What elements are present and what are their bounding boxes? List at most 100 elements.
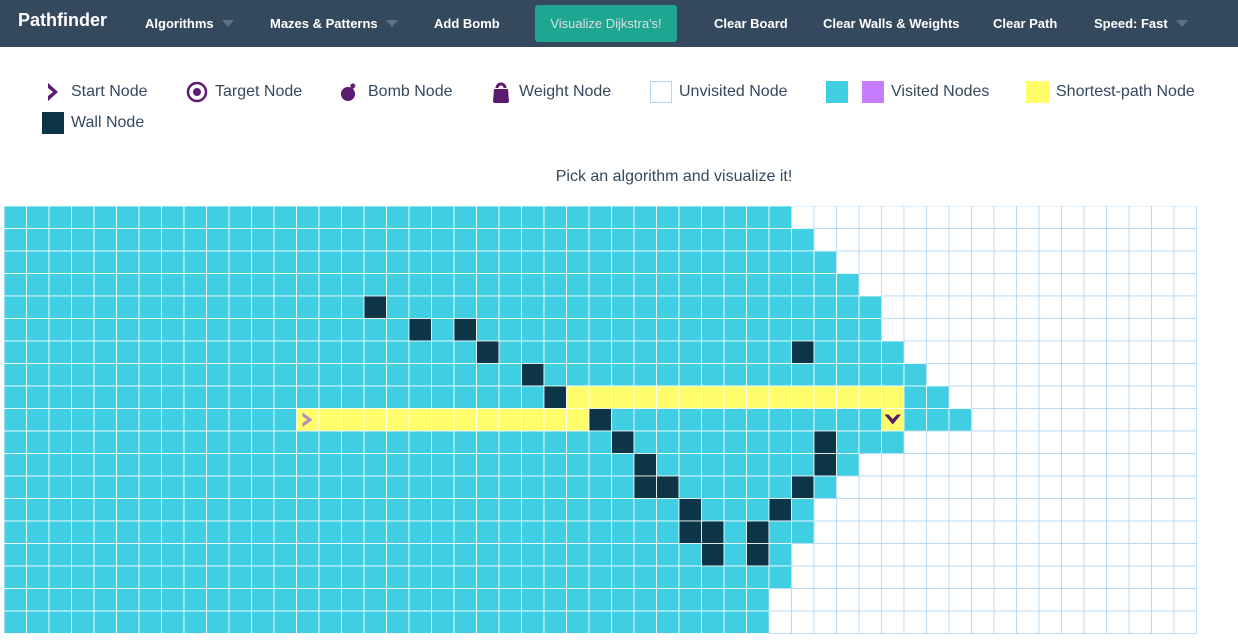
- visited-node[interactable]: [363, 520, 387, 544]
- visited-node[interactable]: [768, 206, 792, 229]
- unvisited-node[interactable]: [1106, 295, 1130, 319]
- visited-node[interactable]: [116, 430, 140, 454]
- visited-node[interactable]: [48, 385, 72, 409]
- unvisited-node[interactable]: [1061, 228, 1085, 252]
- visited-node[interactable]: [363, 250, 387, 274]
- visited-node[interactable]: [633, 408, 657, 432]
- visited-node[interactable]: [228, 475, 252, 499]
- visited-node[interactable]: [206, 228, 230, 252]
- visited-node[interactable]: [183, 340, 207, 364]
- visited-node[interactable]: [768, 295, 792, 319]
- visited-node[interactable]: [318, 453, 342, 477]
- unvisited-node[interactable]: [881, 250, 905, 274]
- wall-node[interactable]: [588, 408, 612, 432]
- visited-node[interactable]: [228, 385, 252, 409]
- visited-node[interactable]: [138, 610, 162, 634]
- visited-node[interactable]: [746, 363, 770, 387]
- visited-node[interactable]: [408, 610, 432, 634]
- visited-node[interactable]: [791, 498, 815, 522]
- visited-node[interactable]: [228, 588, 252, 612]
- visited-node[interactable]: [273, 543, 297, 567]
- shortest-path-node[interactable]: [453, 408, 477, 432]
- visited-node[interactable]: [341, 206, 365, 229]
- visited-node[interactable]: [723, 475, 747, 499]
- visited-node[interactable]: [903, 363, 927, 387]
- unvisited-node[interactable]: [1151, 408, 1175, 432]
- visited-node[interactable]: [161, 295, 185, 319]
- visited-node[interactable]: [93, 273, 117, 297]
- visited-node[interactable]: [138, 520, 162, 544]
- visited-node[interactable]: [228, 610, 252, 634]
- visited-node[interactable]: [251, 385, 275, 409]
- visited-node[interactable]: [723, 520, 747, 544]
- visited-node[interactable]: [431, 453, 455, 477]
- unvisited-node[interactable]: [1083, 385, 1107, 409]
- visited-node[interactable]: [611, 610, 635, 634]
- visited-node[interactable]: [183, 363, 207, 387]
- visited-node[interactable]: [453, 206, 477, 229]
- visited-node[interactable]: [543, 543, 567, 567]
- shortest-path-node[interactable]: [341, 408, 365, 432]
- visited-node[interactable]: [723, 340, 747, 364]
- unvisited-node[interactable]: [1151, 475, 1175, 499]
- unvisited-node[interactable]: [1083, 250, 1107, 274]
- visited-node[interactable]: [588, 250, 612, 274]
- unvisited-node[interactable]: [813, 610, 837, 634]
- visited-node[interactable]: [138, 250, 162, 274]
- unvisited-node[interactable]: [1128, 340, 1152, 364]
- visited-node[interactable]: [228, 363, 252, 387]
- visited-node[interactable]: [4, 206, 27, 229]
- visited-node[interactable]: [138, 565, 162, 589]
- visited-node[interactable]: [386, 498, 410, 522]
- wall-node[interactable]: [813, 430, 837, 454]
- shortest-path-node[interactable]: [566, 408, 590, 432]
- unvisited-node[interactable]: [881, 498, 905, 522]
- unvisited-node[interactable]: [1083, 430, 1107, 454]
- visited-node[interactable]: [183, 453, 207, 477]
- visited-node[interactable]: [363, 498, 387, 522]
- shortest-path-node[interactable]: [858, 385, 882, 409]
- unvisited-node[interactable]: [1128, 565, 1152, 589]
- unvisited-node[interactable]: [948, 340, 972, 364]
- visited-node[interactable]: [26, 453, 50, 477]
- visited-node[interactable]: [588, 430, 612, 454]
- unvisited-node[interactable]: [1083, 543, 1107, 567]
- visited-node[interactable]: [386, 273, 410, 297]
- visited-node[interactable]: [386, 250, 410, 274]
- visited-node[interactable]: [296, 385, 320, 409]
- visited-node[interactable]: [318, 588, 342, 612]
- unvisited-node[interactable]: [1106, 498, 1130, 522]
- visited-node[interactable]: [206, 588, 230, 612]
- unvisited-node[interactable]: [881, 318, 905, 342]
- visited-node[interactable]: [476, 520, 500, 544]
- visited-node[interactable]: [4, 610, 27, 634]
- visited-node[interactable]: [161, 498, 185, 522]
- visited-node[interactable]: [48, 408, 72, 432]
- unvisited-node[interactable]: [903, 588, 927, 612]
- shortest-path-node[interactable]: [566, 385, 590, 409]
- visited-node[interactable]: [633, 588, 657, 612]
- visited-node[interactable]: [678, 318, 702, 342]
- unvisited-node[interactable]: [1128, 228, 1152, 252]
- unvisited-node[interactable]: [1038, 385, 1062, 409]
- unvisited-node[interactable]: [948, 475, 972, 499]
- visited-node[interactable]: [386, 228, 410, 252]
- visited-node[interactable]: [678, 228, 702, 252]
- unvisited-node[interactable]: [903, 340, 927, 364]
- wall-node[interactable]: [543, 385, 567, 409]
- unvisited-node[interactable]: [903, 520, 927, 544]
- visited-node[interactable]: [813, 318, 837, 342]
- unvisited-node[interactable]: [903, 273, 927, 297]
- visited-node[interactable]: [611, 408, 635, 432]
- visited-node[interactable]: [93, 610, 117, 634]
- visited-node[interactable]: [746, 408, 770, 432]
- visited-node[interactable]: [296, 295, 320, 319]
- visited-node[interactable]: [431, 363, 455, 387]
- visited-node[interactable]: [93, 228, 117, 252]
- visited-node[interactable]: [408, 228, 432, 252]
- visited-node[interactable]: [723, 610, 747, 634]
- visited-node[interactable]: [386, 318, 410, 342]
- clear-path-button[interactable]: Clear Path: [993, 0, 1057, 47]
- visited-node[interactable]: [521, 453, 545, 477]
- unvisited-node[interactable]: [926, 610, 950, 634]
